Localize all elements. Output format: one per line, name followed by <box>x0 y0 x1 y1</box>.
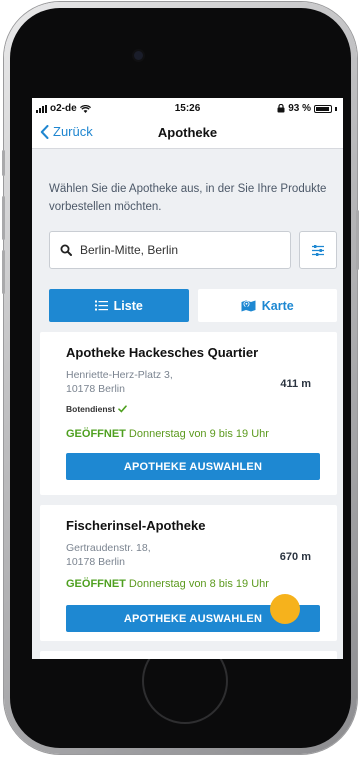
pharmacy-name: Fischerinsel-Apotheke <box>66 518 206 533</box>
battery-percent: 93 % <box>288 103 311 114</box>
page-title: Apotheke <box>157 125 218 140</box>
select-pharmacy-button[interactable]: APOTHEKE AUSWAHLEN <box>66 453 320 480</box>
tab-karte[interactable]: Karte <box>197 289 337 322</box>
opening-hours: GEÖFFNET Donnerstag von 9 bis 19 Uhr <box>66 428 269 440</box>
search-input[interactable] <box>80 243 270 257</box>
check-icon <box>118 405 127 413</box>
filter-button[interactable] <box>299 231 337 269</box>
status-right: 93 % <box>277 103 337 114</box>
tab-karte-label: Karte <box>261 298 294 313</box>
hours-text: Donnerstag von 9 bis 19 Uhr <box>128 428 269 440</box>
tab-liste-label: Liste <box>113 298 143 313</box>
orientation-lock-icon <box>277 104 285 113</box>
intro-text: Wählen Sie die Apotheke aus, in der Sie … <box>49 183 327 213</box>
volume-down-button <box>2 250 5 294</box>
tab-liste[interactable]: Liste <box>49 289 189 322</box>
address-line-1: Gertraudenstr. 18, <box>66 542 151 554</box>
search-field[interactable] <box>49 231 291 269</box>
side-button <box>2 150 5 176</box>
tap-indicator <box>270 594 300 624</box>
address-line-2: 10178 Berlin <box>66 556 125 568</box>
pharmacy-distance: 670 m <box>279 551 311 563</box>
volume-up-button <box>2 196 5 240</box>
map-pin-icon <box>241 300 256 312</box>
power-button <box>356 210 359 270</box>
search-icon <box>60 244 72 256</box>
pharmacy-address: Henriette-Herz-Platz 3, 10178 Berlin <box>66 368 173 396</box>
front-camera <box>134 51 143 60</box>
address-line-1: Henriette-Herz-Platz 3, <box>66 369 173 381</box>
pharmacy-card[interactable]: Apotheke Hackesches Quartier Henriette-H… <box>40 332 337 495</box>
view-tabs: Liste Karte <box>49 289 337 322</box>
open-status: GEÖFFNET <box>66 428 126 440</box>
list-icon <box>94 300 108 311</box>
navigation-bar: Zurück Apotheke <box>32 118 343 149</box>
open-status: GEÖFFNET <box>66 578 126 590</box>
hours-text: Donnerstag von 8 bis 19 Uhr <box>128 578 269 590</box>
status-bar: o2-de 15:26 93 % <box>32 98 343 118</box>
address-line-2: 10178 Berlin <box>66 383 125 395</box>
pharmacy-distance: 411 m <box>280 378 311 390</box>
battery-icon <box>314 104 332 113</box>
battery-cap <box>335 106 337 111</box>
pharmacy-card-partial[interactable] <box>40 651 337 659</box>
service-label: Botendienst <box>66 404 116 414</box>
delivery-service: Botendienst <box>66 404 127 414</box>
pharmacy-address: Gertraudenstr. 18, 10178 Berlin <box>66 541 151 569</box>
sliders-icon <box>312 244 324 256</box>
app-screen: o2-de 15:26 93 % Zurück Apotheke Wählen … <box>32 98 343 659</box>
opening-hours: GEÖFFNET Donnerstag von 8 bis 19 Uhr <box>66 578 269 590</box>
pharmacy-name: Apotheke Hackesches Quartier <box>66 345 259 360</box>
